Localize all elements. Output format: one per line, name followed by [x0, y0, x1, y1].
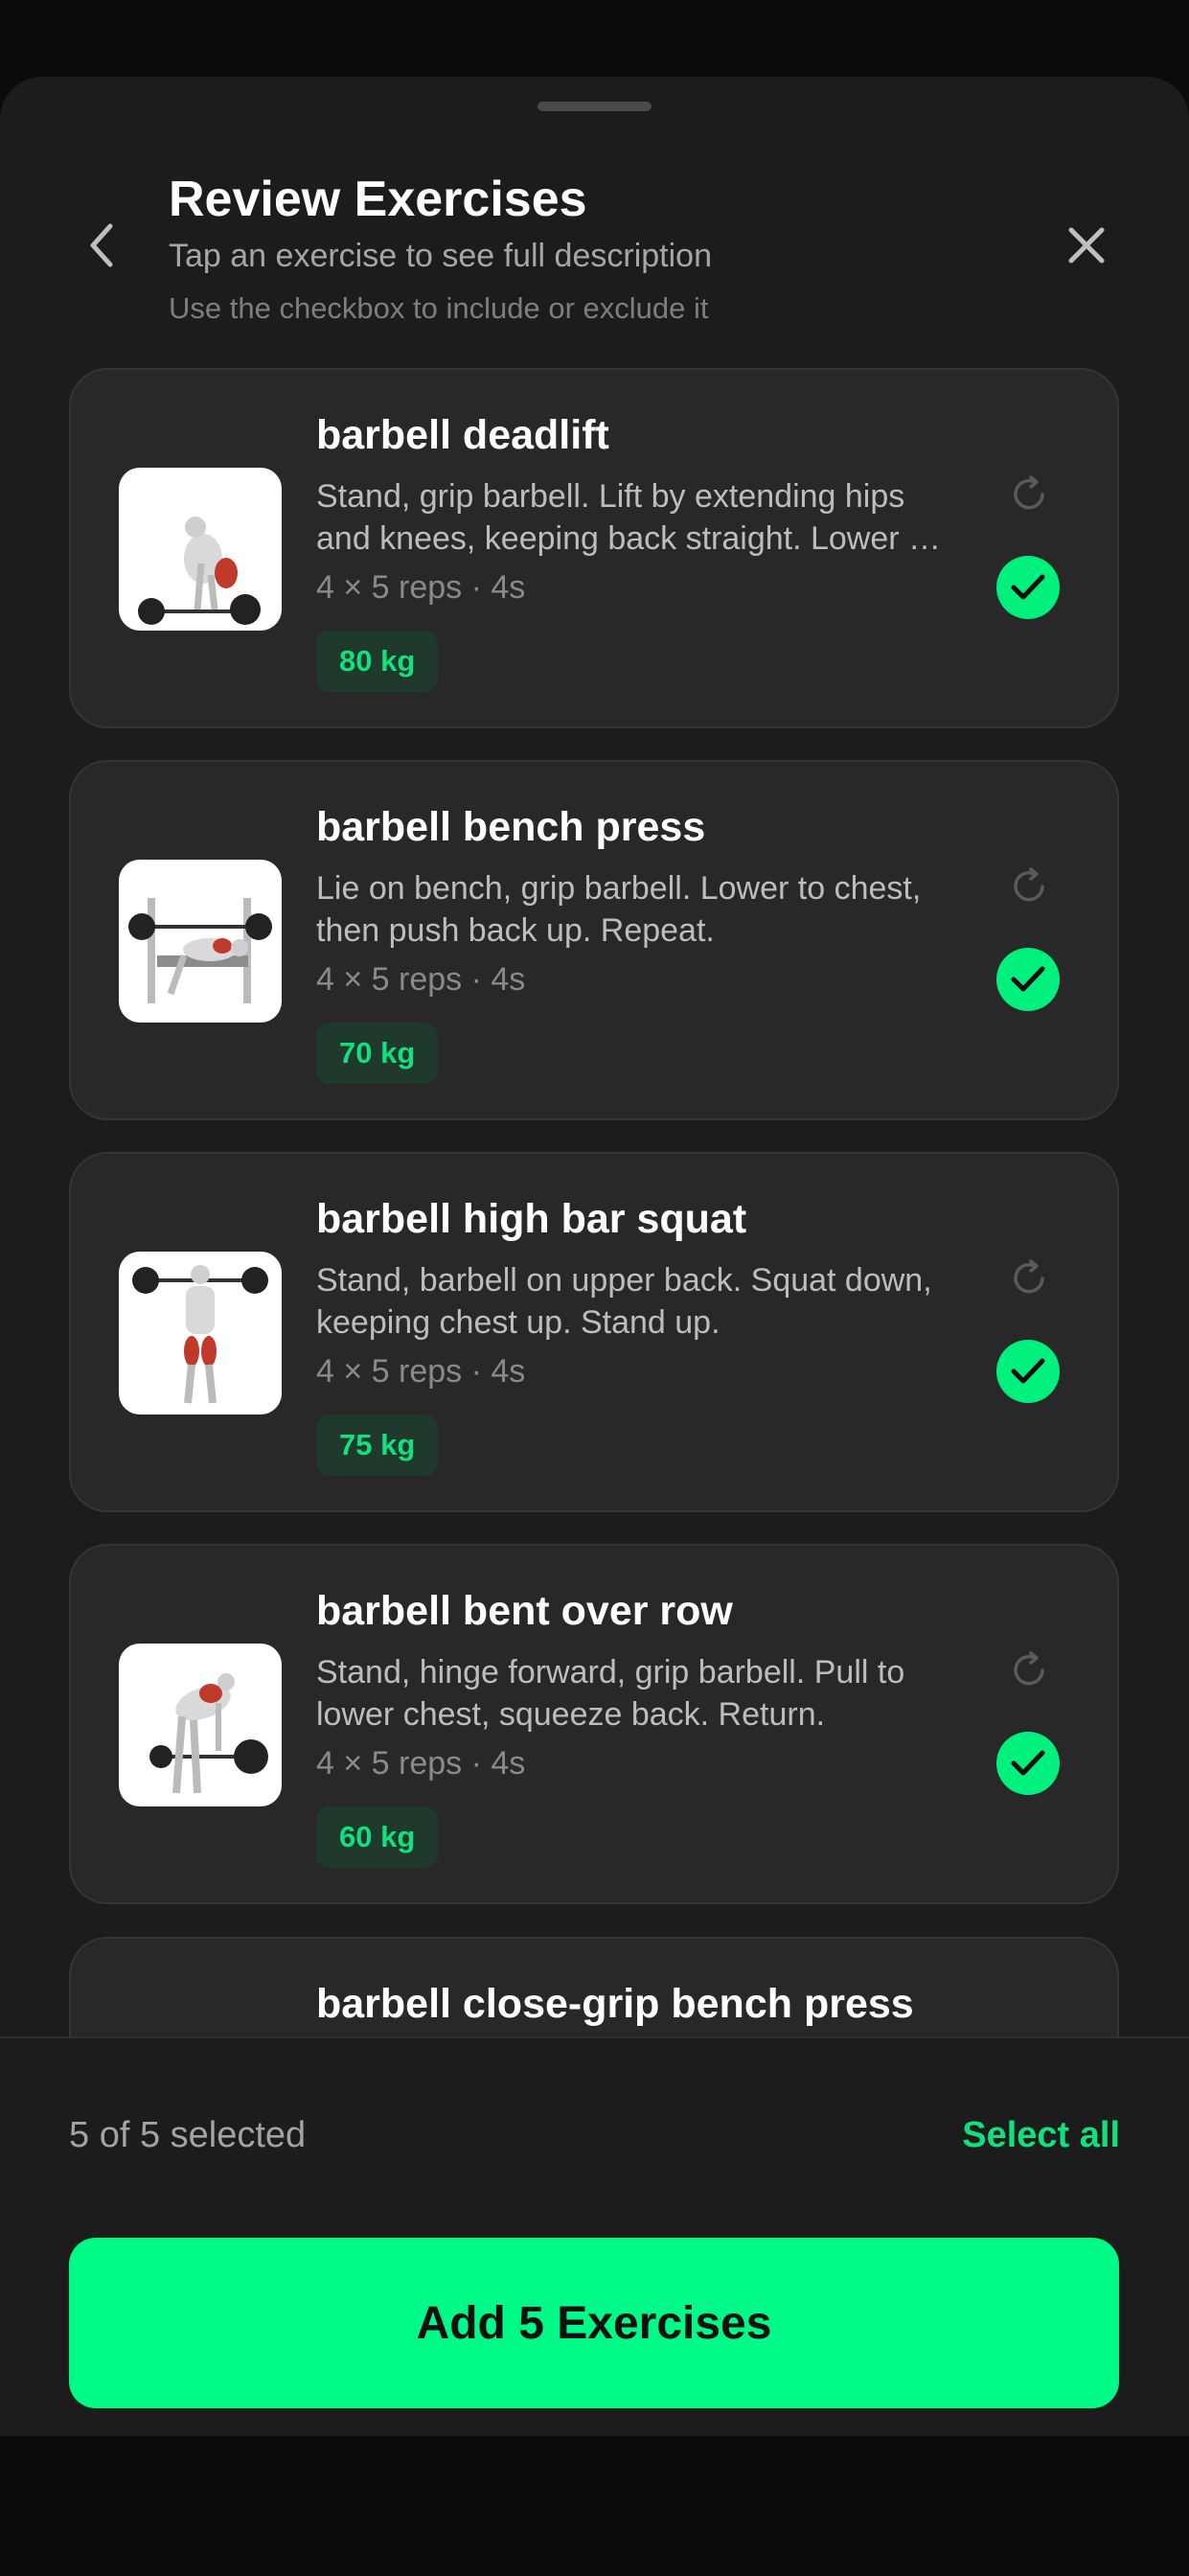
swap-icon[interactable] — [1006, 472, 1052, 518]
weight-badge: 80 kg — [316, 631, 439, 692]
exercise-thumbnail — [119, 1644, 282, 1806]
exercise-card[interactable]: barbell close-grip bench press — [69, 1937, 1119, 2036]
exercise-description: Stand, hinge forward, grip barbell. Pull… — [316, 1654, 905, 1733]
include-checkbox[interactable] — [996, 948, 1060, 1011]
select-all-button[interactable]: Select all — [962, 2115, 1120, 2156]
include-checkbox[interactable] — [996, 1732, 1060, 1795]
selection-footer: 5 of 5 selected Select all Add 5 Exercis… — [0, 2036, 1189, 2436]
bent-over-row-illustration — [149, 1673, 268, 1794]
exercise-sets-reps: 4 × 5 reps · 4s — [316, 961, 526, 998]
checkmark-icon — [1011, 1750, 1045, 1776]
bench-press-illustration — [128, 898, 272, 1003]
close-icon — [1068, 227, 1105, 264]
swap-icon[interactable] — [1006, 1255, 1052, 1301]
include-checkbox[interactable] — [996, 556, 1060, 619]
checkmark-icon — [1011, 966, 1045, 992]
exercise-sets-reps: 4 × 5 reps · 4s — [316, 1745, 526, 1782]
swap-icon[interactable] — [1006, 1647, 1052, 1693]
exercise-thumbnail — [119, 1252, 282, 1414]
weight-badge: 75 kg — [316, 1414, 439, 1476]
page-subtitle: Tap an exercise to see full description — [169, 238, 712, 274]
page-hint: Use the checkbox to include or exclude i… — [169, 291, 709, 325]
exercise-description: Stand, grip barbell. Lift by extending h… — [316, 478, 956, 557]
exercise-description: Stand, barbell on upper back. Squat down… — [316, 1262, 932, 1341]
exercise-thumbnail — [119, 860, 282, 1023]
exercise-thumbnail — [119, 468, 282, 631]
exercise-name: barbell high bar squat — [316, 1196, 747, 1242]
checkmark-icon — [1011, 1358, 1045, 1384]
back-button[interactable] — [75, 218, 128, 272]
selection-count: 5 of 5 selected — [69, 2115, 307, 2155]
exercise-card[interactable]: barbell bent over row Stand, hinge forwa… — [69, 1544, 1119, 1904]
exercise-name: barbell close-grip bench press — [316, 1981, 914, 2027]
exercise-sets-reps: 4 × 5 reps · 4s — [316, 1353, 526, 1390]
swap-icon[interactable] — [1006, 863, 1052, 909]
exercise-list[interactable]: Review Exercises Tap an exercise to see … — [0, 77, 1189, 2036]
close-button[interactable] — [1060, 218, 1113, 272]
exercise-card[interactable]: barbell bench press Lie on bench, grip b… — [69, 760, 1119, 1120]
exercise-name: barbell bench press — [316, 804, 706, 850]
exercise-name: barbell deadlift — [316, 412, 609, 458]
exercise-card[interactable]: barbell high bar squat Stand, barbell on… — [69, 1152, 1119, 1512]
weight-badge: 70 kg — [316, 1023, 439, 1084]
include-checkbox[interactable] — [996, 1340, 1060, 1403]
checkmark-icon — [1011, 574, 1045, 600]
exercise-sets-reps: 4 × 5 reps · 4s — [316, 569, 526, 606]
exercise-description: Lie on bench, grip barbell. Lower to che… — [316, 870, 922, 949]
squat-illustration — [132, 1265, 268, 1404]
bottom-sheet: Review Exercises Tap an exercise to see … — [0, 77, 1189, 2436]
exercise-card[interactable]: barbell deadlift Stand, grip barbell. Li… — [69, 368, 1119, 728]
exercise-name: barbell bent over row — [316, 1588, 733, 1634]
add-exercises-button[interactable]: Add 5 Exercises — [69, 2238, 1119, 2408]
page-title: Review Exercises — [169, 172, 587, 227]
deadlift-illustration — [138, 517, 261, 625]
chevron-left-icon — [90, 223, 113, 267]
weight-badge: 60 kg — [316, 1806, 439, 1868]
